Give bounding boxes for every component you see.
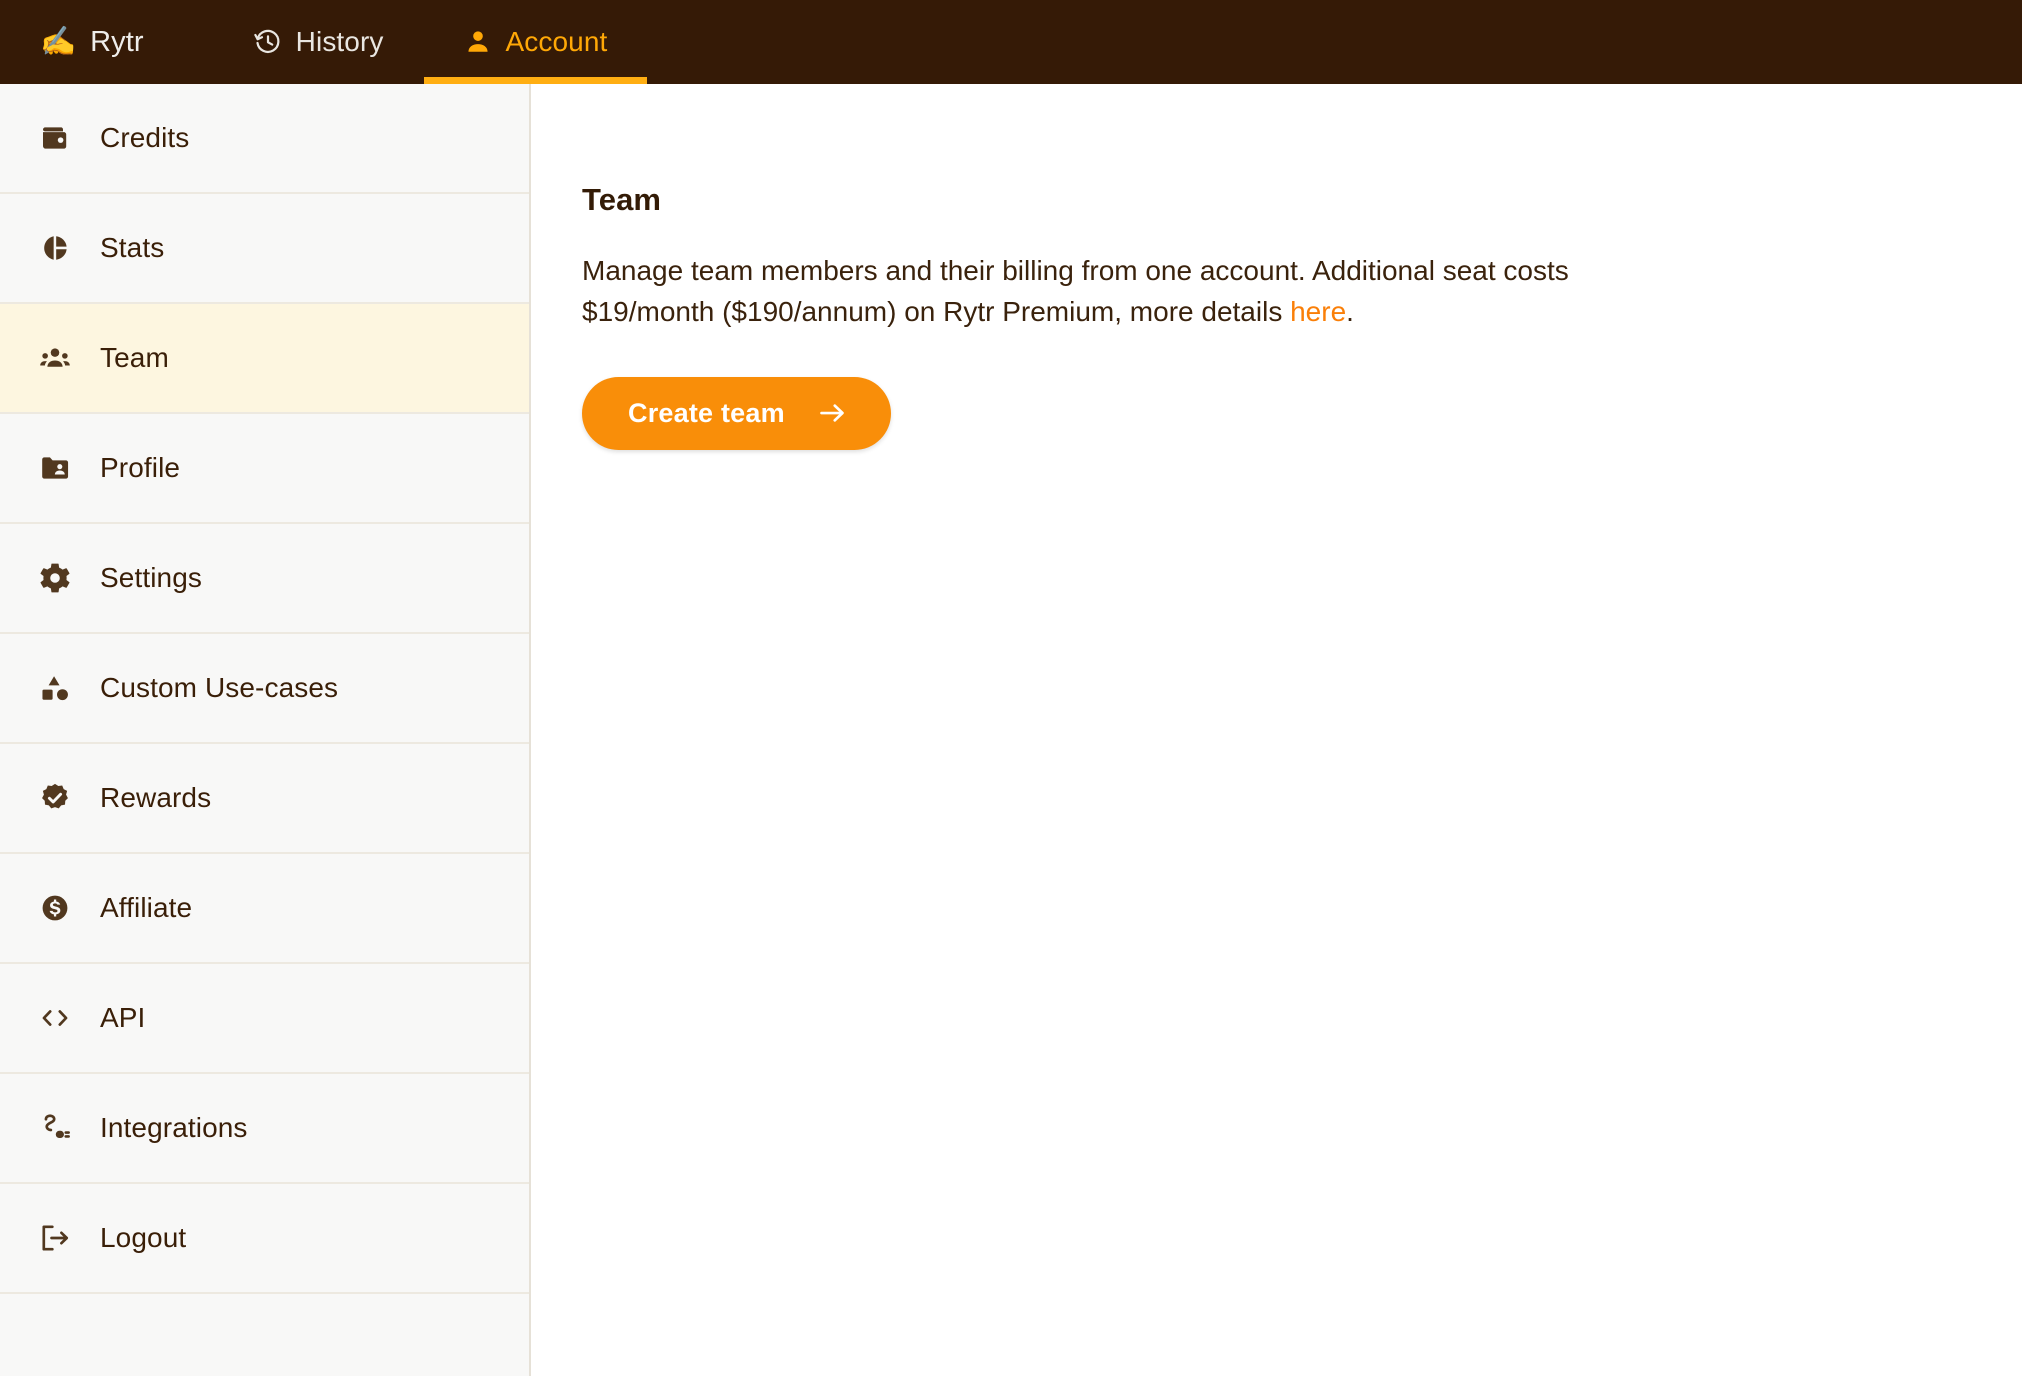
create-team-button[interactable]: Create team xyxy=(582,376,891,450)
account-sidebar: Credits Stats Team Profile Settings Cust… xyxy=(0,84,531,1376)
sidebar-item-profile[interactable]: Profile xyxy=(0,414,529,524)
sidebar-item-integrations-label: Integrations xyxy=(100,1112,248,1143)
team-description: Manage team members and their billing fr… xyxy=(582,250,1667,333)
sign-out-icon xyxy=(38,1221,72,1255)
sidebar-item-credits[interactable]: Credits xyxy=(0,84,529,194)
team-panel: Team Manage team members and their billi… xyxy=(531,84,2022,1376)
sidebar-item-team[interactable]: Team xyxy=(0,304,529,414)
brand-logo-rytr[interactable]: ✍️ Rytr xyxy=(34,0,214,84)
pie-chart-icon xyxy=(38,231,72,265)
tab-history[interactable]: History xyxy=(214,0,424,84)
sidebar-item-api[interactable]: API xyxy=(0,964,529,1074)
tab-account-label: Account xyxy=(505,26,608,57)
history-clock-icon xyxy=(253,28,282,56)
sidebar-item-settings-label: Settings xyxy=(100,562,202,593)
sidebar-item-rewards-label: Rewards xyxy=(100,782,212,813)
sidebar-item-stats[interactable]: Stats xyxy=(0,194,529,304)
create-team-button-label: Create team xyxy=(628,397,785,428)
verified-badge-icon xyxy=(38,781,72,815)
tab-history-label: History xyxy=(295,26,384,57)
sidebar-item-affiliate[interactable]: Affiliate xyxy=(0,854,529,964)
dollar-coin-icon xyxy=(38,891,72,925)
team-description-text-1: Manage team members and their billing fr… xyxy=(582,255,1569,328)
page-body: Credits Stats Team Profile Settings Cust… xyxy=(0,84,2022,1376)
wallet-icon xyxy=(38,121,72,155)
arrow-right-icon xyxy=(817,398,847,428)
sidebar-item-integrations[interactable]: Integrations xyxy=(0,1074,529,1184)
shapes-icon xyxy=(38,671,72,705)
team-details-here-link[interactable]: here xyxy=(1290,296,1346,327)
sidebar-item-custom-use-cases-label: Custom Use-cases xyxy=(100,672,339,703)
person-icon xyxy=(464,28,492,56)
sidebar-item-settings[interactable]: Settings xyxy=(0,524,529,634)
active-tab-underline xyxy=(423,77,648,84)
sidebar-item-api-label: API xyxy=(100,1002,146,1033)
top-navigation-bar: ✍️ Rytr History Account xyxy=(0,0,2022,84)
brand-label: Rytr xyxy=(90,25,144,58)
plug-cable-icon xyxy=(38,1111,72,1145)
sidebar-item-logout[interactable]: Logout xyxy=(0,1184,529,1294)
people-group-icon xyxy=(38,341,72,375)
writing-hand-emoji: ✍️ xyxy=(40,25,77,58)
sidebar-item-affiliate-label: Affiliate xyxy=(100,892,193,923)
page-title: Team xyxy=(582,182,662,217)
gear-icon xyxy=(38,561,72,595)
sidebar-item-custom-use-cases[interactable]: Custom Use-cases xyxy=(0,634,529,744)
sidebar-item-logout-label: Logout xyxy=(100,1222,187,1253)
team-description-text-2: . xyxy=(1346,296,1354,328)
sidebar-item-rewards[interactable]: Rewards xyxy=(0,744,529,854)
code-brackets-icon xyxy=(38,1001,72,1035)
sidebar-item-stats-label: Stats xyxy=(100,232,165,263)
sidebar-item-team-label: Team xyxy=(100,342,169,373)
app-root: ✍️ Rytr History Account Credits Stats Te… xyxy=(0,0,2022,1376)
sidebar-item-credits-label: Credits xyxy=(100,122,190,153)
tab-account[interactable]: Account xyxy=(423,0,648,84)
folder-user-icon xyxy=(38,451,72,485)
sidebar-item-profile-label: Profile xyxy=(100,452,181,483)
